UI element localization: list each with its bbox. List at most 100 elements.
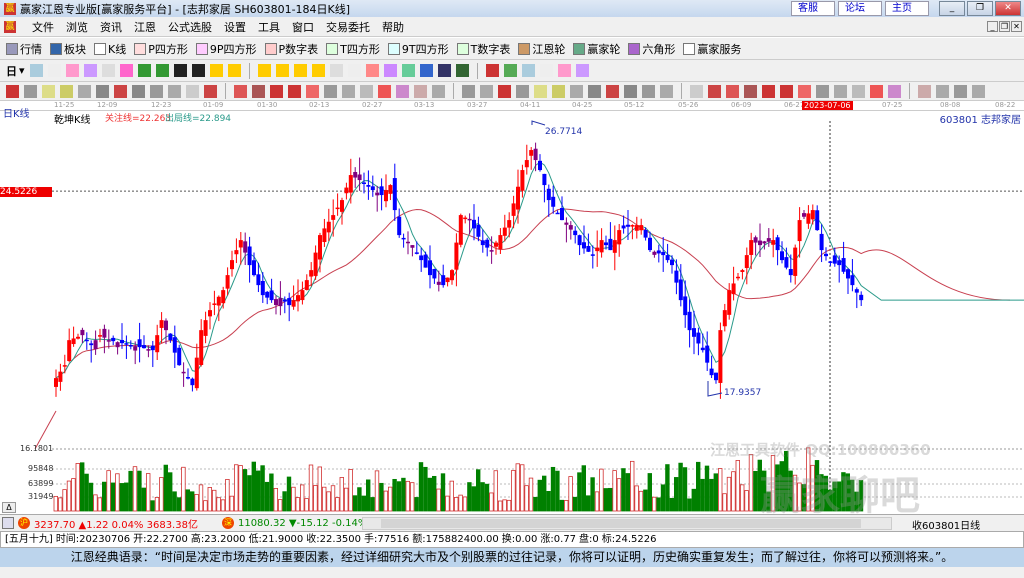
toolbar-button-ps[interactable]: P四方形 — [134, 41, 188, 57]
minimize-button[interactable]: _ — [939, 1, 965, 16]
price-icon[interactable] — [306, 84, 319, 98]
angle-b-icon[interactable] — [432, 84, 445, 98]
mdi-minimize-button[interactable]: _ — [987, 21, 998, 32]
service-link[interactable]: 客服 — [791, 1, 835, 16]
save-icon[interactable] — [485, 64, 499, 77]
forum-link[interactable]: 论坛 — [838, 1, 882, 16]
expand-icon[interactable] — [293, 64, 307, 77]
last-icon[interactable] — [155, 64, 169, 77]
lines-icon[interactable] — [642, 84, 655, 98]
grid-b-icon[interactable] — [324, 84, 337, 98]
hand-icon[interactable] — [329, 64, 343, 77]
pen-icon[interactable] — [6, 84, 19, 98]
toolbar-button-gann-wheel[interactable]: 江恩轮 — [518, 41, 565, 57]
chart-type-icon[interactable] — [29, 64, 43, 77]
next-icon[interactable] — [191, 64, 205, 77]
angle-icon[interactable] — [186, 84, 199, 98]
menu-news[interactable]: 资讯 — [100, 19, 122, 35]
toolbar-button-sector[interactable]: 板块 — [50, 41, 86, 57]
overlay-icon[interactable] — [47, 64, 61, 77]
indicator-b-icon[interactable] — [575, 64, 589, 77]
time-icon[interactable] — [780, 84, 793, 98]
menu-tools[interactable]: 工具 — [258, 19, 280, 35]
parallel-icon[interactable] — [24, 84, 37, 98]
horizontal-scrollbar[interactable] — [362, 517, 892, 530]
gann-box-icon[interactable] — [60, 84, 73, 98]
first-icon[interactable] — [137, 64, 151, 77]
note-icon[interactable] — [455, 64, 469, 77]
bars-icon[interactable] — [972, 84, 985, 98]
section-icon[interactable] — [383, 64, 397, 77]
move-left-icon[interactable] — [257, 64, 271, 77]
toolbar-button-dollar[interactable]: 赢家服务 — [683, 41, 741, 57]
home-link[interactable]: 主页 — [885, 1, 929, 16]
box-icon[interactable] — [360, 84, 373, 98]
mdi-close-button[interactable]: ✕ — [1011, 21, 1022, 32]
target-icon[interactable] — [204, 84, 217, 98]
toolbar-button-kline[interactable]: K线 — [94, 41, 126, 57]
zigzag-icon[interactable] — [462, 84, 475, 98]
menu-formula[interactable]: 公式选股 — [168, 19, 212, 35]
volume-toggle-button[interactable]: Δ — [2, 502, 16, 513]
toolbar-button-t9[interactable]: 9T四方形 — [387, 41, 449, 57]
fib-icon[interactable] — [378, 84, 391, 98]
zigzag-icon[interactable] — [954, 84, 967, 98]
square-icon[interactable] — [252, 84, 265, 98]
flag-icon[interactable] — [119, 64, 133, 77]
chart-canvas[interactable] — [0, 111, 1024, 513]
cycle-icon[interactable] — [96, 84, 109, 98]
chart-b-icon[interactable] — [396, 84, 409, 98]
target-icon[interactable] — [708, 84, 721, 98]
menu-settings[interactable]: 设置 — [224, 19, 246, 35]
ray-icon[interactable] — [762, 84, 775, 98]
circle-icon[interactable] — [132, 84, 145, 98]
shrink-icon[interactable] — [311, 64, 325, 77]
gann-fan-icon[interactable] — [534, 84, 547, 98]
formula-icon[interactable] — [401, 64, 415, 77]
cycle-icon[interactable] — [588, 84, 601, 98]
price-icon[interactable] — [798, 84, 811, 98]
toolbar-button-hexagon[interactable]: 六角形 — [628, 41, 675, 57]
indicator-icon[interactable] — [65, 64, 79, 77]
indicator-icon[interactable] — [557, 64, 571, 77]
angle-b-icon[interactable] — [936, 84, 949, 98]
parallel-icon[interactable] — [516, 84, 529, 98]
split-icon[interactable] — [834, 84, 847, 98]
pattern-icon[interactable] — [918, 84, 931, 98]
period-select[interactable]: 日 ▾ — [6, 63, 25, 79]
toolbar-button-pn[interactable]: P数字表 — [264, 41, 318, 57]
square-icon[interactable] — [744, 84, 757, 98]
speed-icon[interactable] — [168, 84, 181, 98]
zoom-out-icon[interactable] — [227, 64, 241, 77]
chart-type-icon[interactable] — [521, 64, 535, 77]
maximize-button[interactable]: ❐ — [967, 1, 993, 16]
calc-icon[interactable] — [437, 64, 451, 77]
chart-b-icon[interactable] — [888, 84, 901, 98]
gann-fan-icon[interactable] — [42, 84, 55, 98]
crosshair-icon[interactable] — [347, 64, 361, 77]
zoom-in-icon[interactable] — [209, 64, 223, 77]
scrollbar-thumb[interactable] — [381, 519, 861, 528]
indicator-b-icon[interactable] — [83, 64, 97, 77]
grid-b-icon[interactable] — [816, 84, 829, 98]
fib-icon[interactable] — [870, 84, 883, 98]
calculator-icon[interactable] — [2, 517, 14, 529]
menu-browse[interactable]: 浏览 — [66, 19, 88, 35]
move-right-icon[interactable] — [275, 64, 289, 77]
arc-icon[interactable] — [114, 84, 127, 98]
menu-file[interactable]: 文件 — [32, 19, 54, 35]
cursor-icon[interactable] — [101, 64, 115, 77]
pattern-icon[interactable] — [414, 84, 427, 98]
overlay-icon[interactable] — [539, 64, 553, 77]
toolbar-button-p9[interactable]: 9P四方形 — [195, 41, 257, 57]
kline-chart[interactable]: 日K线 乾坤K线 关注线=22.263 出局线=22.894 603801 志邦… — [0, 109, 1024, 541]
spiral-icon[interactable] — [726, 84, 739, 98]
gann-box-icon[interactable] — [552, 84, 565, 98]
toolbar-button-tn[interactable]: T数字表 — [456, 41, 510, 57]
line-icon[interactable] — [365, 64, 379, 77]
close-button[interactable]: ✕ — [995, 1, 1021, 16]
split-icon[interactable] — [342, 84, 355, 98]
ray-icon[interactable] — [270, 84, 283, 98]
menu-window[interactable]: 窗口 — [292, 19, 314, 35]
time-icon[interactable] — [288, 84, 301, 98]
